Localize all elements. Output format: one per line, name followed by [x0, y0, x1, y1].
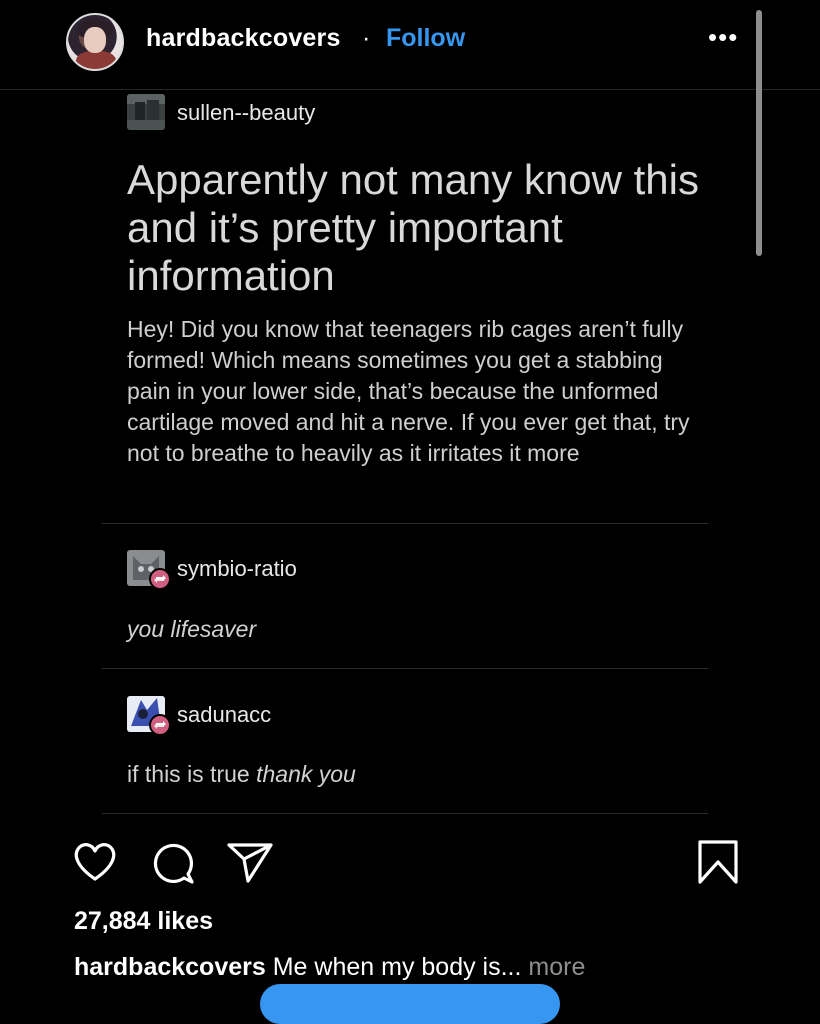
- heart-icon[interactable]: [72, 841, 118, 888]
- caption-more-link[interactable]: more: [528, 953, 585, 981]
- scrollbar[interactable]: [756, 10, 762, 256]
- reply-text-italic: thank you: [256, 761, 356, 787]
- avatar[interactable]: [66, 13, 124, 71]
- reply-blog-name[interactable]: sadunacc: [177, 702, 271, 728]
- reply-text: if this is true thank you: [127, 761, 356, 788]
- reply-text: you lifesaver: [127, 616, 256, 643]
- follow-button[interactable]: Follow: [386, 24, 465, 53]
- separator-dot: ·: [362, 24, 371, 52]
- bookmark-icon[interactable]: [696, 838, 740, 891]
- post-header: hardbackcovers · Follow •••: [0, 0, 820, 90]
- comment-icon[interactable]: [150, 841, 196, 890]
- reply-blog-name[interactable]: symbio-ratio: [177, 556, 297, 582]
- post-body: Hey! Did you know that teenagers rib cag…: [127, 316, 690, 466]
- post-username[interactable]: hardbackcovers: [146, 24, 341, 53]
- divider: [102, 668, 708, 669]
- reblog-icon: [149, 568, 171, 590]
- likes-count[interactable]: 27,884 likes: [74, 907, 213, 936]
- send-icon[interactable]: [226, 841, 274, 890]
- blog-avatar-icon: [127, 94, 165, 130]
- reblog-icon: [149, 714, 171, 736]
- more-options-icon[interactable]: •••: [708, 22, 738, 53]
- caption-username[interactable]: hardbackcovers: [74, 953, 266, 981]
- bottom-action-pill[interactable]: [260, 984, 560, 1024]
- divider: [102, 813, 708, 814]
- caption-text: Me when my body is...: [265, 953, 529, 981]
- reply-text-italic: you lifesaver: [127, 616, 257, 642]
- original-blog-name[interactable]: sullen--beauty: [177, 100, 315, 126]
- divider: [102, 523, 708, 524]
- post-title: Apparently not many know this and it’s p…: [127, 156, 699, 299]
- caption: hardbackcovers Me when my body is... mor…: [74, 953, 585, 982]
- reply-text-plain: if this is true: [127, 761, 257, 787]
